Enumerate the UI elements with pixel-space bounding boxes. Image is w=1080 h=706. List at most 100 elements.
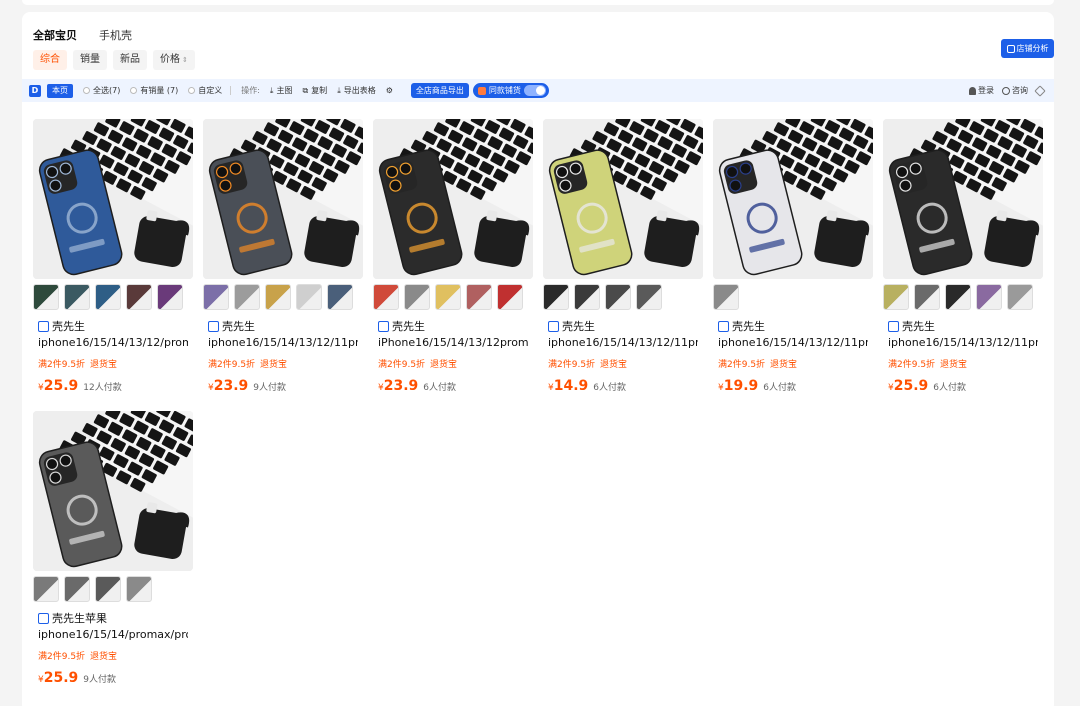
chat-icon: [1002, 86, 1010, 95]
variant-thumbnail[interactable]: [574, 284, 600, 310]
product-image[interactable]: [203, 119, 363, 279]
variant-thumbnail[interactable]: [466, 284, 492, 310]
product-title[interactable]: iPhone16/15/14/13/12promax/pro: [378, 336, 528, 349]
variant-thumbnail[interactable]: [64, 576, 90, 602]
sort-comprehensive[interactable]: 综合: [33, 50, 67, 70]
variant-thumbnail[interactable]: [64, 284, 90, 310]
copy-button[interactable]: ⧉ 复制: [302, 85, 327, 96]
consult-button[interactable]: 咨询: [1002, 85, 1028, 96]
product-title[interactable]: iphone16/15/14/promax/pro/plus: [38, 628, 188, 641]
return-guarantee-tag: 退货宝: [600, 360, 628, 370]
product-title[interactable]: iphone16/15/14/13/12/promax/pro: [38, 336, 188, 349]
variant-thumbnail[interactable]: [157, 284, 183, 310]
product-card[interactable]: 壳先生 iphone16/15/14/13/12/11pro/promax 满2…: [543, 119, 703, 399]
sort-sales[interactable]: 销量: [73, 50, 107, 70]
select-checkbox[interactable]: [718, 320, 729, 332]
product-card[interactable]: 壳先生 iPhone16/15/14/13/12promax/pro 满2件9.…: [373, 119, 533, 399]
top-strip: [22, 0, 1054, 5]
product-card[interactable]: 壳先生 iphone16/15/14/13/12/11pro/promax 满2…: [203, 119, 363, 399]
product-image[interactable]: [33, 119, 193, 279]
variant-thumbnail[interactable]: [945, 284, 971, 310]
copy-label: 复制: [311, 86, 328, 95]
select-checkbox[interactable]: [38, 612, 49, 624]
sales-count: 6人付款: [933, 383, 967, 393]
discount-tag: 满2件9.5折: [548, 360, 596, 370]
login-button[interactable]: 登录: [969, 85, 994, 96]
pin-button[interactable]: [1034, 84, 1046, 97]
return-guarantee-tag: 退货宝: [940, 360, 968, 370]
this-page-button[interactable]: 本页: [47, 83, 73, 98]
price-row: ¥14.9 6人付款: [548, 375, 626, 394]
shop-analysis-button[interactable]: 店铺分析: [1001, 39, 1054, 58]
seller-row: 壳先生: [888, 318, 935, 334]
export-table-button[interactable]: ⤓ 导出表格: [337, 85, 376, 96]
variant-thumbnail[interactable]: [883, 284, 909, 310]
custom-option[interactable]: 自定义: [188, 85, 222, 96]
variant-thumbnail[interactable]: [373, 284, 399, 310]
product-card[interactable]: 壳先生苹果 iphone16/15/14/promax/pro/plus 满2件…: [33, 411, 193, 691]
price-row: ¥23.9 6人付款: [378, 375, 456, 394]
variant-thumbnail[interactable]: [203, 284, 229, 310]
sort-new[interactable]: 新品: [113, 50, 147, 70]
export-all-button[interactable]: 全店商品导出: [410, 83, 469, 98]
variant-thumbnail[interactable]: [33, 576, 59, 602]
select-checkbox[interactable]: [888, 320, 899, 332]
product-image[interactable]: [543, 119, 703, 279]
variant-thumbnail[interactable]: [126, 576, 152, 602]
variant-thumbnails: [543, 284, 662, 310]
select-checkbox[interactable]: [208, 320, 219, 332]
product-card[interactable]: 壳先生 iphone16/15/14/13/12/11pro/promax 满2…: [883, 119, 1043, 399]
variant-thumbnail[interactable]: [33, 284, 59, 310]
shop-analysis-label: 店铺分析: [1016, 44, 1049, 53]
product-price: 25.9: [43, 670, 79, 686]
variant-thumbnail[interactable]: [497, 284, 523, 310]
toggle-switch[interactable]: [523, 85, 546, 96]
variant-thumbnail[interactable]: [265, 284, 291, 310]
variant-thumbnail[interactable]: [404, 284, 430, 310]
variant-thumbnail[interactable]: [1007, 284, 1033, 310]
settings-icon[interactable]: ⚙: [386, 86, 393, 95]
variant-thumbnail[interactable]: [95, 284, 121, 310]
product-title[interactable]: iphone16/15/14/13/12/11pro/promax: [718, 336, 868, 349]
product-title[interactable]: iphone16/15/14/13/12/11pro/promax: [548, 336, 698, 349]
tab-phone-cases[interactable]: 手机壳: [99, 27, 132, 43]
product-card[interactable]: 壳先生 iphone16/15/14/13/12/promax/pro 满2件9…: [33, 119, 193, 399]
product-image[interactable]: [33, 411, 193, 571]
product-title[interactable]: iphone16/15/14/13/12/11pro/promax: [888, 336, 1038, 349]
product-title[interactable]: iphone16/15/14/13/12/11pro/promax: [208, 336, 358, 349]
variant-thumbnail[interactable]: [435, 284, 461, 310]
product-image[interactable]: [713, 119, 873, 279]
download-icon: ⤓: [337, 85, 341, 95]
variant-thumbnail[interactable]: [327, 284, 353, 310]
variant-thumbnail[interactable]: [605, 284, 631, 310]
variant-thumbnail[interactable]: [976, 284, 1002, 310]
product-card[interactable]: 壳先生 iphone16/15/14/13/12/11pro/promax 满2…: [713, 119, 873, 399]
variant-thumbnail[interactable]: [296, 284, 322, 310]
return-guarantee-tag: 退货宝: [770, 360, 798, 370]
select-all-option[interactable]: 全选(7): [83, 85, 120, 96]
select-checkbox[interactable]: [548, 320, 559, 332]
discount-tag: 满2件9.5折: [378, 360, 426, 370]
tab-all-items[interactable]: 全部宝贝: [33, 27, 77, 43]
variant-thumbnail[interactable]: [543, 284, 569, 310]
discount-tag: 满2件9.5折: [208, 360, 256, 370]
variant-thumbnail[interactable]: [713, 284, 739, 310]
product-image[interactable]: [373, 119, 533, 279]
variant-thumbnail[interactable]: [95, 576, 121, 602]
copy-icon: ⧉: [302, 85, 309, 95]
price-row: ¥19.9 6人付款: [718, 375, 796, 394]
store-icon: [477, 86, 486, 95]
select-checkbox[interactable]: [378, 320, 389, 332]
radio-icon: [130, 87, 138, 94]
variant-thumbnail[interactable]: [126, 284, 152, 310]
category-tabs: 全部宝贝 手机壳: [33, 27, 132, 43]
product-image[interactable]: [883, 119, 1043, 279]
variant-thumbnail[interactable]: [636, 284, 662, 310]
main-image-button[interactable]: ⤓ 主图: [270, 85, 293, 96]
sort-price[interactable]: 价格 ⇕: [153, 50, 195, 70]
variant-thumbnail[interactable]: [234, 284, 260, 310]
variant-thumbnail[interactable]: [914, 284, 940, 310]
select-checkbox[interactable]: [38, 320, 49, 332]
has-sales-option[interactable]: 有销量 (7): [130, 85, 178, 96]
same-style-toggle[interactable]: 同款铺货: [472, 83, 549, 98]
